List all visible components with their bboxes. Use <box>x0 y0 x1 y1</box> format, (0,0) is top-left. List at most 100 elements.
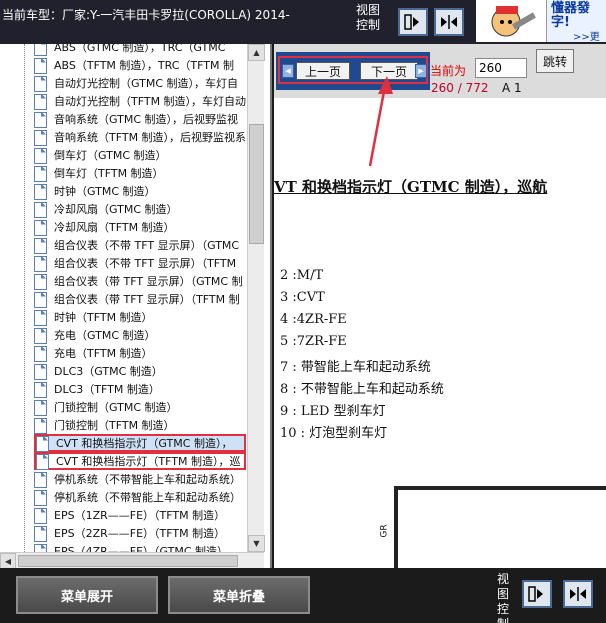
tree-item-label: DLC3（GTMC 制造） <box>54 365 163 378</box>
view-toggle-left-button[interactable] <box>398 8 428 36</box>
document-icon <box>34 237 47 254</box>
tree-item[interactable]: DLC3（TFTM 制造） <box>34 380 246 398</box>
legend-line: 4 :4ZR-FE <box>280 312 347 327</box>
document-icon <box>34 507 47 524</box>
document-icon <box>34 345 47 362</box>
tree-item-label: CVT 和换档指示灯（GTMC 制造）， <box>56 437 233 450</box>
tree-item-label: DLC3（TFTM 制造） <box>54 383 160 396</box>
document-icon <box>34 165 47 182</box>
annotation-arrow-icon <box>368 76 393 167</box>
panel-split-icon <box>570 587 586 601</box>
legend-line: 9 : LED 型刹车灯 <box>280 404 386 419</box>
scroll-thumb[interactable] <box>249 124 264 244</box>
tree-item[interactable]: ABS（GTMC 制造），TRC（GTMC <box>34 44 246 56</box>
menu-tree-panel: ABS（GTMC 制造），TRC（GTMC ABS（TFTM 制造），TRC（TF… <box>0 44 272 569</box>
panel-split-icon <box>441 15 457 29</box>
panel-arrow-right-icon <box>404 14 419 30</box>
document-icon <box>34 75 47 92</box>
scroll-left-icon[interactable]: ◀ <box>0 553 16 569</box>
panel-arrow-right-icon <box>528 586 543 602</box>
tree-item-label: 门锁控制（TFTM 制造） <box>54 419 175 432</box>
tree-item[interactable]: 时钟（TFTM 制造） <box>34 308 246 326</box>
tree-item-label: 自动灯光控制（GTMC 制造），车灯自 <box>54 77 239 90</box>
view-control-label-bottom: 视图控制 <box>497 572 510 623</box>
tree-item[interactable]: 组合仪表（不带 TFT 显示屏）（GTMC <box>34 236 246 254</box>
document-icon <box>34 219 47 236</box>
tree-item-label: EPS（1ZR——FE）（TFTM 制造） <box>54 509 226 522</box>
tree-item[interactable]: CVT 和换档指示灯（TFTM 制造），巡 <box>34 452 246 470</box>
mechanic-mascot-icon <box>491 6 536 37</box>
horizontal-scroll-thumb[interactable] <box>18 555 238 567</box>
top-bar: 当前车型：厂家:Y-一汽丰田卡罗拉(COROLLA) 2014- 视图控制 懂器… <box>0 0 606 44</box>
tree-item-label: 充电（GTMC 制造） <box>54 329 156 342</box>
collapse-menu-button[interactable]: 菜单折叠 <box>168 576 310 614</box>
ad-box[interactable]: 懂器發字! >>更 <box>546 0 606 43</box>
tree-item[interactable]: 冷却风扇（GTMC 制造） <box>34 200 246 218</box>
tree-item[interactable]: DLC3（GTMC 制造） <box>34 362 246 380</box>
ad-text: 懂器發字! <box>551 1 591 30</box>
document-icon <box>34 57 47 74</box>
view-toggle-split-button[interactable] <box>434 8 464 36</box>
tree-item[interactable]: EPS（2ZR——FE）（TFTM 制造） <box>34 524 246 542</box>
view-toggle-left-button-bottom[interactable] <box>522 580 552 608</box>
document-icon <box>34 147 47 164</box>
tree-item[interactable]: 时钟（GTMC 制造） <box>34 182 246 200</box>
legend-line: 8 : 不带智能上车和起动系统 <box>280 382 444 397</box>
document-icon <box>34 273 47 290</box>
tree-item-label: 组合仪表（不带 TFT 显示屏）（GTMC <box>54 239 240 252</box>
tree-item[interactable]: 停机系统（不带智能上车和起动系统） <box>34 470 246 488</box>
tree-item[interactable]: 自动灯光控制（TFTM 制造），车灯自动 <box>34 92 246 110</box>
tree-item[interactable]: 倒车灯（GTMC 制造） <box>34 146 246 164</box>
bottom-bar: 菜单展开 菜单折叠 视图控制 <box>0 568 606 623</box>
tree-item-label: 组合仪表（带 TFT 显示屏）（GTMC 制 <box>54 275 243 288</box>
tree-item-label: 冷却风扇（GTMC 制造） <box>54 203 178 216</box>
document-icon <box>34 291 47 308</box>
tree-item-label: 组合仪表（带 TFT 显示屏）（TFTM 制 <box>54 293 240 306</box>
tree-item-label: 倒车灯（GTMC 制造） <box>54 149 167 162</box>
page-number-input[interactable] <box>475 58 527 78</box>
tree-item-label: 冷却风扇（TFTM 制造） <box>54 221 175 234</box>
jump-button[interactable]: 跳转 <box>536 49 574 73</box>
tree-item[interactable]: 充电（TFTM 制造） <box>34 344 246 362</box>
page-sheet-indicator: A 1 <box>502 81 522 95</box>
tree-item-label: 时钟（GTMC 制造） <box>54 185 156 198</box>
tree-item[interactable]: 组合仪表（不带 TFT 显示屏）（TFTM <box>34 254 246 272</box>
document-icon <box>34 417 47 434</box>
document-icon <box>34 399 47 416</box>
tree-item-label: CVT 和换档指示灯（TFTM 制造），巡 <box>56 455 241 468</box>
tree-item[interactable]: 音响系统（GTMC 制造），后视野监视 <box>34 110 246 128</box>
tree-item[interactable]: 停机系统（不带智能上车和起动系统） <box>34 488 246 506</box>
tree-horizontal-scrollbar[interactable]: ◀ <box>0 552 264 569</box>
tree-item[interactable]: 组合仪表（带 TFT 显示屏）（TFTM 制 <box>34 290 246 308</box>
document-icon <box>34 183 47 200</box>
ad-more-link[interactable]: >>更 <box>573 28 600 43</box>
legend-line: 2 :M/T <box>280 268 324 283</box>
tree-vertical-scrollbar[interactable]: ▲ ▼ <box>247 44 265 552</box>
tree-item-label: 充电（TFTM 制造） <box>54 347 153 360</box>
tree-item-label: EPS（2ZR——FE）（TFTM 制造） <box>54 527 226 540</box>
document-icon <box>34 489 47 506</box>
tree-item[interactable]: 充电（GTMC 制造） <box>34 326 246 344</box>
tree-item-label: ABS（TFTM 制造），TRC（TFTM 制 <box>54 59 234 72</box>
tree-item[interactable]: 自动灯光控制（GTMC 制造），车灯自 <box>34 74 246 92</box>
tree-item[interactable]: 门锁控制（TFTM 制造） <box>34 416 246 434</box>
tree-item-label: 音响系统（GTMC 制造），后视野监视 <box>54 113 239 126</box>
tree-item-label: 门锁控制（GTMC 制造） <box>54 401 178 414</box>
tree-item[interactable]: 倒车灯（TFTM 制造） <box>34 164 246 182</box>
tree-item[interactable]: ABS（TFTM 制造），TRC（TFTM 制 <box>34 56 246 74</box>
tree-item[interactable]: 组合仪表（带 TFT 显示屏）（GTMC 制 <box>34 272 246 290</box>
current-vehicle-title: 当前车型：厂家:Y-一汽丰田卡罗拉(COROLLA) 2014- <box>2 8 290 22</box>
tree-item[interactable]: 门锁控制（GTMC 制造） <box>34 398 246 416</box>
tree-item[interactable]: EPS（1ZR——FE）（TFTM 制造） <box>34 506 246 524</box>
tree-item[interactable]: CVT 和换档指示灯（GTMC 制造）， <box>34 434 246 452</box>
expand-menu-button[interactable]: 菜单展开 <box>16 576 158 614</box>
view-toggle-split-button-bottom[interactable] <box>563 580 593 608</box>
scroll-down-icon[interactable]: ▼ <box>248 535 265 552</box>
tree-item-label: 倒车灯（TFTM 制造） <box>54 167 164 180</box>
tree-item[interactable]: 音响系统（TFTM 制造），后视野监视系 <box>34 128 246 146</box>
tree-item[interactable]: 冷却风扇（TFTM 制造） <box>34 218 246 236</box>
legend-line: 10 : 灯泡型刹车灯 <box>280 426 388 441</box>
document-icon <box>34 471 47 488</box>
document-icon <box>34 129 47 146</box>
scroll-up-icon[interactable]: ▲ <box>248 44 265 61</box>
